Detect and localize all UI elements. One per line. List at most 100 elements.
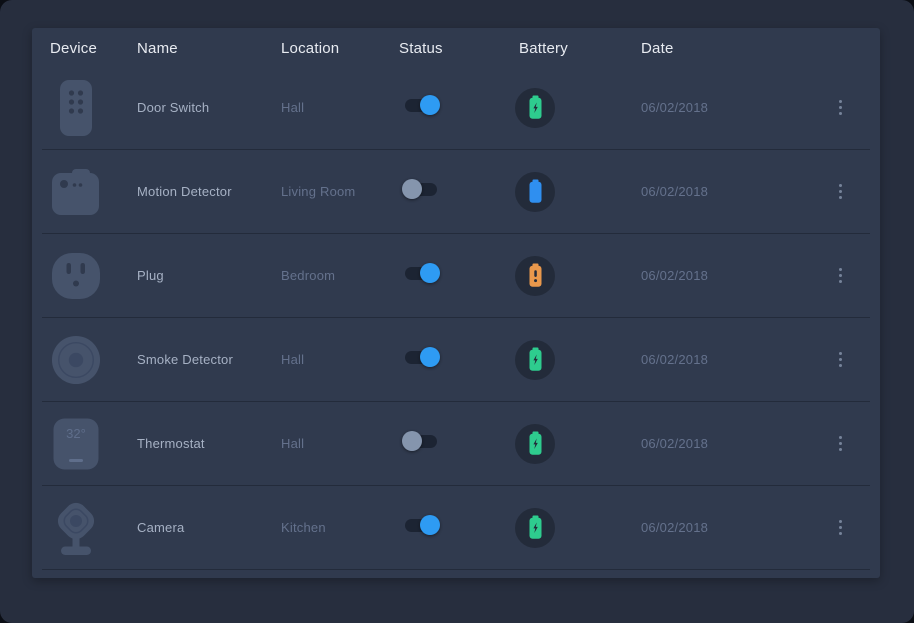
status-toggle[interactable] — [405, 267, 437, 280]
kebab-dot — [839, 112, 842, 115]
table-row: Motion Detector Living Room 06/02/2018 — [42, 150, 870, 234]
battery-indicator — [515, 508, 555, 548]
battery-icon — [528, 95, 543, 120]
battery-indicator — [515, 88, 555, 128]
toggle-knob — [420, 515, 440, 535]
device-location: Hall — [281, 100, 399, 115]
motion-detector-icon — [52, 169, 100, 215]
kebab-dot — [839, 442, 842, 445]
device-icon-cell — [50, 500, 137, 556]
row-date: 06/02/2018 — [641, 100, 811, 115]
row-date: 06/02/2018 — [641, 352, 811, 367]
row-menu-button[interactable] — [833, 347, 848, 372]
row-date: 06/02/2018 — [641, 436, 811, 451]
table-header: Device Name Location Status Battery Date — [42, 30, 870, 66]
kebab-dot — [839, 448, 842, 451]
device-icon-cell: 32° — [50, 418, 137, 470]
device-icon-box — [51, 169, 101, 215]
status-toggle[interactable] — [405, 519, 437, 532]
table-row: Camera Kitchen 06/02/2018 — [42, 486, 870, 570]
row-date: 06/02/2018 — [641, 184, 811, 199]
device-icon-box — [51, 252, 101, 300]
table-row: Door Switch Hall 06/02/2018 — [42, 66, 870, 150]
column-header-date: Date — [641, 40, 811, 57]
kebab-dot — [839, 526, 842, 529]
kebab-dot — [839, 436, 842, 439]
kebab-dot — [839, 280, 842, 283]
device-location: Hall — [281, 352, 399, 367]
plug-icon — [51, 252, 101, 300]
column-header-battery: Battery — [519, 40, 641, 57]
table-row: 32° Thermostat Hall 06/02/2018 — [42, 402, 870, 486]
column-header-device: Device — [50, 40, 137, 57]
kebab-dot — [839, 190, 842, 193]
device-name: Plug — [137, 268, 281, 283]
toggle-knob — [402, 431, 422, 451]
battery-indicator — [515, 256, 555, 296]
toggle-knob — [420, 347, 440, 367]
kebab-dot — [839, 532, 842, 535]
kebab-dot — [839, 358, 842, 361]
remote-icon — [59, 79, 93, 137]
device-name: Door Switch — [137, 100, 281, 115]
battery-icon — [528, 179, 543, 204]
device-icon-box: 32° — [51, 418, 101, 470]
battery-indicator — [515, 424, 555, 464]
device-location: Hall — [281, 436, 399, 451]
row-date: 06/02/2018 — [641, 268, 811, 283]
battery-icon — [528, 515, 543, 540]
device-icon-cell — [50, 169, 137, 215]
camera-icon — [52, 500, 100, 556]
status-toggle[interactable] — [405, 435, 437, 448]
device-icon-cell — [50, 334, 137, 386]
toggle-knob — [420, 95, 440, 115]
devices-table: Device Name Location Status Battery Date… — [32, 28, 880, 578]
device-icon-box — [51, 500, 101, 556]
thermostat-icon: 32° — [53, 418, 99, 470]
toggle-knob — [420, 263, 440, 283]
kebab-dot — [839, 352, 842, 355]
kebab-dot — [839, 520, 842, 523]
smoke-detector-icon — [51, 334, 101, 386]
device-name: Thermostat — [137, 436, 281, 451]
device-icon-cell — [50, 79, 137, 137]
status-toggle[interactable] — [405, 183, 437, 196]
row-date: 06/02/2018 — [641, 520, 811, 535]
device-name: Camera — [137, 520, 281, 535]
kebab-dot — [839, 196, 842, 199]
table-row: Smoke Detector Hall 06/02/2018 — [42, 318, 870, 402]
device-icon-box — [51, 334, 101, 386]
device-location: Bedroom — [281, 268, 399, 283]
kebab-dot — [839, 268, 842, 271]
device-icon-box — [51, 79, 101, 137]
table-body: Door Switch Hall 06/02/2018 — [32, 66, 880, 570]
column-header-location: Location — [281, 40, 399, 57]
kebab-dot — [839, 364, 842, 367]
toggle-knob — [402, 179, 422, 199]
battery-icon — [528, 431, 543, 456]
kebab-dot — [839, 100, 842, 103]
kebab-dot — [839, 274, 842, 277]
kebab-dot — [839, 106, 842, 109]
battery-indicator — [515, 172, 555, 212]
thermostat-temp-label: 32° — [66, 426, 86, 441]
device-name: Smoke Detector — [137, 352, 281, 367]
status-toggle[interactable] — [405, 351, 437, 364]
row-menu-button[interactable] — [833, 515, 848, 540]
device-name: Motion Detector — [137, 184, 281, 199]
row-menu-button[interactable] — [833, 95, 848, 120]
table-row: Plug Bedroom 06/02/2018 — [42, 234, 870, 318]
battery-icon — [528, 347, 543, 372]
column-header-status: Status — [399, 40, 519, 57]
battery-icon — [528, 263, 543, 288]
status-toggle[interactable] — [405, 99, 437, 112]
device-icon-cell — [50, 252, 137, 300]
row-menu-button[interactable] — [833, 179, 848, 204]
app-window: Device Name Location Status Battery Date… — [0, 0, 914, 623]
kebab-dot — [839, 184, 842, 187]
battery-indicator — [515, 340, 555, 380]
row-menu-button[interactable] — [833, 263, 848, 288]
column-header-name: Name — [137, 40, 281, 57]
device-location: Living Room — [281, 184, 399, 199]
row-menu-button[interactable] — [833, 431, 848, 456]
